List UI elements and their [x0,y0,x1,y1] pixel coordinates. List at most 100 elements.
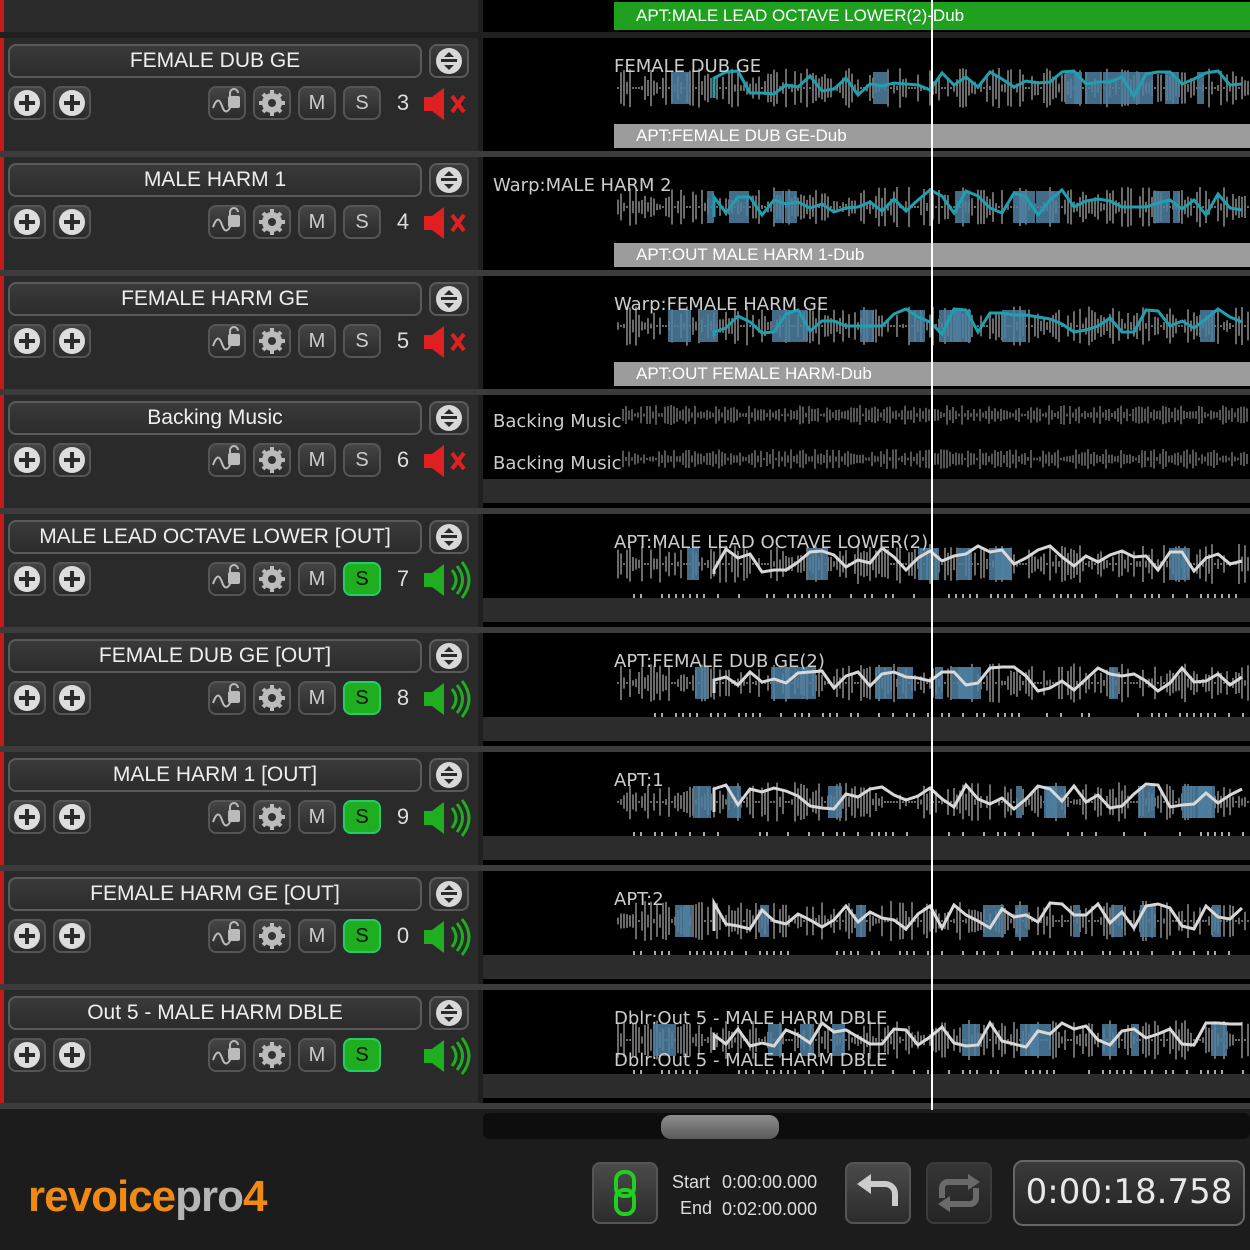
track-name-field[interactable]: FEMALE HARM GE [8,282,422,316]
add-track-button[interactable] [8,1038,46,1072]
settings-button[interactable] [253,562,291,596]
add-track-button[interactable] [8,681,46,715]
playhead-cursor[interactable] [931,0,933,1112]
track-timeline-lane[interactable]: APT:2 [483,871,1250,984]
warp-lock-button[interactable] [208,86,246,120]
track-name-field[interactable]: Out 5 - MALE HARM DBLE [8,996,422,1030]
track-menu-button[interactable] [429,282,469,316]
mute-button[interactable]: M [298,86,336,120]
track-timeline-lane[interactable]: APT:MALE LEAD OCTAVE LOWER(2) [483,514,1250,627]
track-menu-button[interactable] [429,163,469,197]
track-timeline-lane[interactable]: Backing Music Backing Music [483,395,1250,508]
track-name-field[interactable]: MALE HARM 1 [OUT] [8,758,422,792]
solo-button[interactable]: S [343,205,381,239]
add-lane-button[interactable] [53,562,91,596]
warp-lock-button[interactable] [208,1038,246,1072]
track-timeline-lane[interactable]: Warp:MALE HARM 2 APT:OUT MALE HARM 1-Dub [483,157,1250,270]
settings-button[interactable] [253,800,291,834]
track-menu-button[interactable] [429,758,469,792]
add-track-button[interactable] [8,205,46,239]
lane-strip [483,955,1250,979]
speaker-on-icon[interactable] [422,679,472,719]
settings-button[interactable] [253,1038,291,1072]
add-lane-button[interactable] [53,443,91,477]
settings-button[interactable] [253,919,291,953]
add-lane-button[interactable] [53,324,91,358]
settings-button[interactable] [253,205,291,239]
add-lane-button[interactable] [53,681,91,715]
speaker-on-icon[interactable] [422,917,472,957]
speaker-muted-icon[interactable] [422,84,472,124]
speaker-muted-icon[interactable] [422,322,472,362]
mute-button[interactable]: M [298,1038,336,1072]
warp-lock-button[interactable] [208,800,246,834]
solo-button[interactable]: S [343,1038,381,1072]
add-lane-button[interactable] [53,1038,91,1072]
solo-button[interactable]: S [343,443,381,477]
mute-button[interactable]: M [298,443,336,477]
settings-button[interactable] [253,324,291,358]
track-name-field[interactable]: MALE LEAD OCTAVE LOWER [OUT] [8,520,422,554]
track-menu-button[interactable] [429,877,469,911]
speaker-muted-icon[interactable] [422,203,472,243]
track-menu-button[interactable] [429,996,469,1030]
track-name-field[interactable]: FEMALE DUB GE [8,44,422,78]
mute-button[interactable]: M [298,205,336,239]
add-track-button[interactable] [8,800,46,834]
warp-lock-button[interactable] [208,919,246,953]
add-lane-button[interactable] [53,919,91,953]
warp-lock-button[interactable] [208,562,246,596]
track-menu-button[interactable] [429,401,469,435]
add-track-button[interactable] [8,919,46,953]
track-menu-button[interactable] [429,44,469,78]
speaker-on-icon[interactable] [422,560,472,600]
add-track-button[interactable] [8,324,46,358]
loop-button[interactable] [926,1162,992,1224]
mute-button[interactable]: M [298,800,336,834]
add-track-button[interactable] [8,86,46,120]
solo-button[interactable]: S [343,919,381,953]
horizontal-scrollbar[interactable] [483,1113,1250,1139]
track-timeline-lane[interactable]: APT:FEMALE DUB GE(2) [483,633,1250,746]
track-timeline-lane[interactable]: FEMALE DUB GE APT:FEMALE DUB GE-Dub [483,38,1250,151]
start-time-value[interactable]: 0:00:00.000 [722,1172,817,1193]
solo-button[interactable]: S [343,800,381,834]
track-timeline-lane[interactable]: Warp:FEMALE HARM GE APT:OUT FEMALE HARM-… [483,276,1250,389]
speaker-muted-icon[interactable] [422,441,472,481]
speaker-on-icon[interactable] [422,1036,472,1076]
undo-button[interactable] [845,1162,911,1224]
settings-button[interactable] [253,681,291,715]
scrollbar-thumb[interactable] [661,1115,779,1139]
solo-button[interactable]: S [343,681,381,715]
add-lane-button[interactable] [53,86,91,120]
warp-lock-button[interactable] [208,443,246,477]
track-name-field[interactable]: FEMALE DUB GE [OUT] [8,639,422,673]
add-lane-button[interactable] [53,800,91,834]
add-track-button[interactable] [8,562,46,596]
track-menu-button[interactable] [429,639,469,673]
track-timeline-lane[interactable]: Dblr:Out 5 - MALE HARM DBLE Dblr:Out 5 -… [483,990,1250,1103]
track-name-field[interactable]: Backing Music [8,401,422,435]
settings-button[interactable] [253,86,291,120]
warp-lock-button[interactable] [208,324,246,358]
mute-button[interactable]: M [298,919,336,953]
solo-button[interactable]: S [343,86,381,120]
mute-button[interactable]: M [298,681,336,715]
track-timeline-lane[interactable]: APT:1 [483,752,1250,865]
warp-lock-button[interactable] [208,205,246,239]
speaker-on-icon[interactable] [422,798,472,838]
mute-button[interactable]: M [298,562,336,596]
track-menu-button[interactable] [429,520,469,554]
solo-button[interactable]: S [343,562,381,596]
mute-button[interactable]: M [298,324,336,358]
timecode-display[interactable]: 0:00:18.758 [1013,1160,1245,1226]
track-name-field[interactable]: MALE HARM 1 [8,163,422,197]
add-track-button[interactable] [8,443,46,477]
add-lane-button[interactable] [53,205,91,239]
settings-button[interactable] [253,443,291,477]
warp-lock-button[interactable] [208,681,246,715]
track-name-field[interactable]: FEMALE HARM GE [OUT] [8,877,422,911]
end-time-value[interactable]: 0:02:00.000 [722,1199,817,1220]
solo-button[interactable]: S [343,324,381,358]
link-button[interactable] [592,1162,658,1224]
